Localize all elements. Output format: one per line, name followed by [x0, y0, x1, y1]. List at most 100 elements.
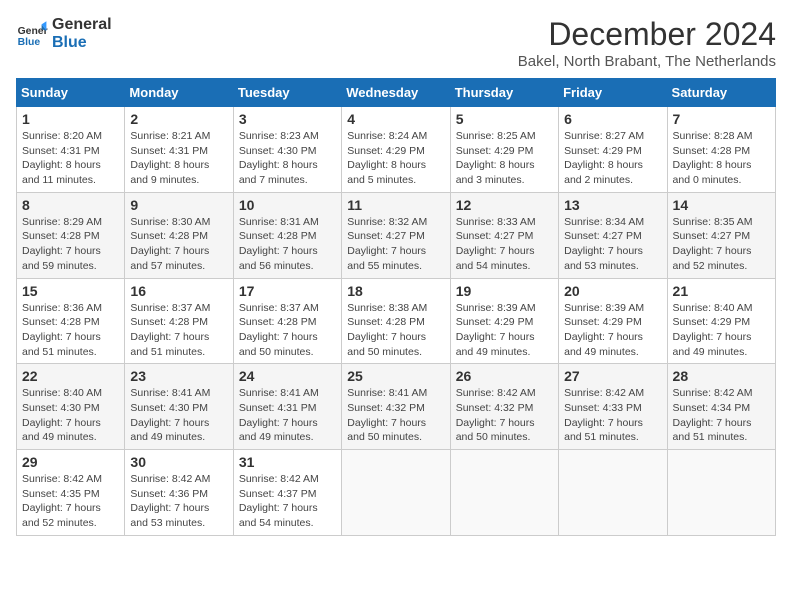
calendar-cell: 17 Sunrise: 8:37 AMSunset: 4:28 PMDaylig…	[233, 278, 341, 364]
calendar-cell: 12 Sunrise: 8:33 AMSunset: 4:27 PMDaylig…	[450, 192, 558, 278]
day-info: Sunrise: 8:40 AMSunset: 4:29 PMDaylight:…	[673, 302, 753, 358]
day-info: Sunrise: 8:31 AMSunset: 4:28 PMDaylight:…	[239, 216, 319, 272]
calendar-title: December 2024	[518, 16, 776, 53]
weekday-header: Wednesday	[342, 79, 450, 107]
svg-text:Blue: Blue	[18, 37, 41, 48]
calendar-table: SundayMondayTuesdayWednesdayThursdayFrid…	[16, 78, 776, 536]
day-number: 27	[564, 368, 661, 384]
calendar-cell: 5 Sunrise: 8:25 AMSunset: 4:29 PMDayligh…	[450, 107, 558, 193]
calendar-cell: 22 Sunrise: 8:40 AMSunset: 4:30 PMDaylig…	[17, 364, 125, 450]
calendar-cell: 16 Sunrise: 8:37 AMSunset: 4:28 PMDaylig…	[125, 278, 233, 364]
calendar-cell: 9 Sunrise: 8:30 AMSunset: 4:28 PMDayligh…	[125, 192, 233, 278]
day-number: 20	[564, 283, 661, 299]
weekday-header: Saturday	[667, 79, 775, 107]
calendar-cell: 29 Sunrise: 8:42 AMSunset: 4:35 PMDaylig…	[17, 450, 125, 536]
day-info: Sunrise: 8:42 AMSunset: 4:35 PMDaylight:…	[22, 473, 102, 529]
day-info: Sunrise: 8:38 AMSunset: 4:28 PMDaylight:…	[347, 302, 427, 358]
day-info: Sunrise: 8:36 AMSunset: 4:28 PMDaylight:…	[22, 302, 102, 358]
calendar-cell: 7 Sunrise: 8:28 AMSunset: 4:28 PMDayligh…	[667, 107, 775, 193]
day-number: 7	[673, 111, 770, 127]
calendar-cell: 6 Sunrise: 8:27 AMSunset: 4:29 PMDayligh…	[559, 107, 667, 193]
day-info: Sunrise: 8:35 AMSunset: 4:27 PMDaylight:…	[673, 216, 753, 272]
calendar-cell: 27 Sunrise: 8:42 AMSunset: 4:33 PMDaylig…	[559, 364, 667, 450]
calendar-cell: 2 Sunrise: 8:21 AMSunset: 4:31 PMDayligh…	[125, 107, 233, 193]
day-info: Sunrise: 8:41 AMSunset: 4:30 PMDaylight:…	[130, 387, 210, 443]
day-number: 6	[564, 111, 661, 127]
calendar-cell: 26 Sunrise: 8:42 AMSunset: 4:32 PMDaylig…	[450, 364, 558, 450]
day-info: Sunrise: 8:23 AMSunset: 4:30 PMDaylight:…	[239, 130, 319, 186]
calendar-cell: 10 Sunrise: 8:31 AMSunset: 4:28 PMDaylig…	[233, 192, 341, 278]
header: General Blue General Blue December 2024 …	[16, 16, 776, 70]
day-info: Sunrise: 8:37 AMSunset: 4:28 PMDaylight:…	[239, 302, 319, 358]
day-info: Sunrise: 8:41 AMSunset: 4:31 PMDaylight:…	[239, 387, 319, 443]
day-number: 17	[239, 283, 336, 299]
calendar-cell: 21 Sunrise: 8:40 AMSunset: 4:29 PMDaylig…	[667, 278, 775, 364]
day-number: 8	[22, 197, 119, 213]
calendar-subtitle: Bakel, North Brabant, The Netherlands	[518, 53, 776, 70]
weekday-header: Monday	[125, 79, 233, 107]
calendar-week-row: 15 Sunrise: 8:36 AMSunset: 4:28 PMDaylig…	[17, 278, 776, 364]
day-number: 3	[239, 111, 336, 127]
calendar-cell: 4 Sunrise: 8:24 AMSunset: 4:29 PMDayligh…	[342, 107, 450, 193]
weekday-header: Sunday	[17, 79, 125, 107]
day-number: 12	[456, 197, 553, 213]
logo: General Blue General Blue	[16, 16, 112, 51]
calendar-week-row: 1 Sunrise: 8:20 AMSunset: 4:31 PMDayligh…	[17, 107, 776, 193]
day-info: Sunrise: 8:32 AMSunset: 4:27 PMDaylight:…	[347, 216, 427, 272]
calendar-cell	[667, 450, 775, 536]
day-info: Sunrise: 8:34 AMSunset: 4:27 PMDaylight:…	[564, 216, 644, 272]
day-number: 22	[22, 368, 119, 384]
weekday-header: Thursday	[450, 79, 558, 107]
calendar-cell	[450, 450, 558, 536]
logo-icon: General Blue	[16, 18, 48, 50]
day-info: Sunrise: 8:40 AMSunset: 4:30 PMDaylight:…	[22, 387, 102, 443]
calendar-cell	[559, 450, 667, 536]
calendar-cell: 30 Sunrise: 8:42 AMSunset: 4:36 PMDaylig…	[125, 450, 233, 536]
calendar-cell: 18 Sunrise: 8:38 AMSunset: 4:28 PMDaylig…	[342, 278, 450, 364]
calendar-cell: 13 Sunrise: 8:34 AMSunset: 4:27 PMDaylig…	[559, 192, 667, 278]
day-number: 14	[673, 197, 770, 213]
calendar-cell: 20 Sunrise: 8:39 AMSunset: 4:29 PMDaylig…	[559, 278, 667, 364]
day-number: 28	[673, 368, 770, 384]
calendar-week-row: 8 Sunrise: 8:29 AMSunset: 4:28 PMDayligh…	[17, 192, 776, 278]
day-info: Sunrise: 8:42 AMSunset: 4:36 PMDaylight:…	[130, 473, 210, 529]
day-number: 15	[22, 283, 119, 299]
day-number: 11	[347, 197, 444, 213]
weekday-header: Tuesday	[233, 79, 341, 107]
day-info: Sunrise: 8:27 AMSunset: 4:29 PMDaylight:…	[564, 130, 644, 186]
day-info: Sunrise: 8:25 AMSunset: 4:29 PMDaylight:…	[456, 130, 536, 186]
calendar-cell: 1 Sunrise: 8:20 AMSunset: 4:31 PMDayligh…	[17, 107, 125, 193]
calendar-cell	[342, 450, 450, 536]
day-number: 2	[130, 111, 227, 127]
calendar-cell: 28 Sunrise: 8:42 AMSunset: 4:34 PMDaylig…	[667, 364, 775, 450]
day-number: 1	[22, 111, 119, 127]
calendar-cell: 8 Sunrise: 8:29 AMSunset: 4:28 PMDayligh…	[17, 192, 125, 278]
calendar-cell: 24 Sunrise: 8:41 AMSunset: 4:31 PMDaylig…	[233, 364, 341, 450]
day-number: 31	[239, 454, 336, 470]
day-number: 10	[239, 197, 336, 213]
calendar-week-row: 29 Sunrise: 8:42 AMSunset: 4:35 PMDaylig…	[17, 450, 776, 536]
day-number: 13	[564, 197, 661, 213]
calendar-cell: 15 Sunrise: 8:36 AMSunset: 4:28 PMDaylig…	[17, 278, 125, 364]
day-number: 26	[456, 368, 553, 384]
calendar-cell: 3 Sunrise: 8:23 AMSunset: 4:30 PMDayligh…	[233, 107, 341, 193]
day-info: Sunrise: 8:37 AMSunset: 4:28 PMDaylight:…	[130, 302, 210, 358]
day-number: 23	[130, 368, 227, 384]
day-number: 16	[130, 283, 227, 299]
day-number: 29	[22, 454, 119, 470]
day-info: Sunrise: 8:39 AMSunset: 4:29 PMDaylight:…	[456, 302, 536, 358]
day-number: 30	[130, 454, 227, 470]
day-info: Sunrise: 8:28 AMSunset: 4:28 PMDaylight:…	[673, 130, 753, 186]
weekday-header: Friday	[559, 79, 667, 107]
day-info: Sunrise: 8:42 AMSunset: 4:32 PMDaylight:…	[456, 387, 536, 443]
day-number: 21	[673, 283, 770, 299]
day-number: 5	[456, 111, 553, 127]
calendar-header-row: SundayMondayTuesdayWednesdayThursdayFrid…	[17, 79, 776, 107]
day-number: 19	[456, 283, 553, 299]
title-area: December 2024 Bakel, North Brabant, The …	[518, 16, 776, 70]
day-number: 4	[347, 111, 444, 127]
day-number: 9	[130, 197, 227, 213]
calendar-cell: 25 Sunrise: 8:41 AMSunset: 4:32 PMDaylig…	[342, 364, 450, 450]
day-info: Sunrise: 8:42 AMSunset: 4:37 PMDaylight:…	[239, 473, 319, 529]
day-info: Sunrise: 8:42 AMSunset: 4:34 PMDaylight:…	[673, 387, 753, 443]
